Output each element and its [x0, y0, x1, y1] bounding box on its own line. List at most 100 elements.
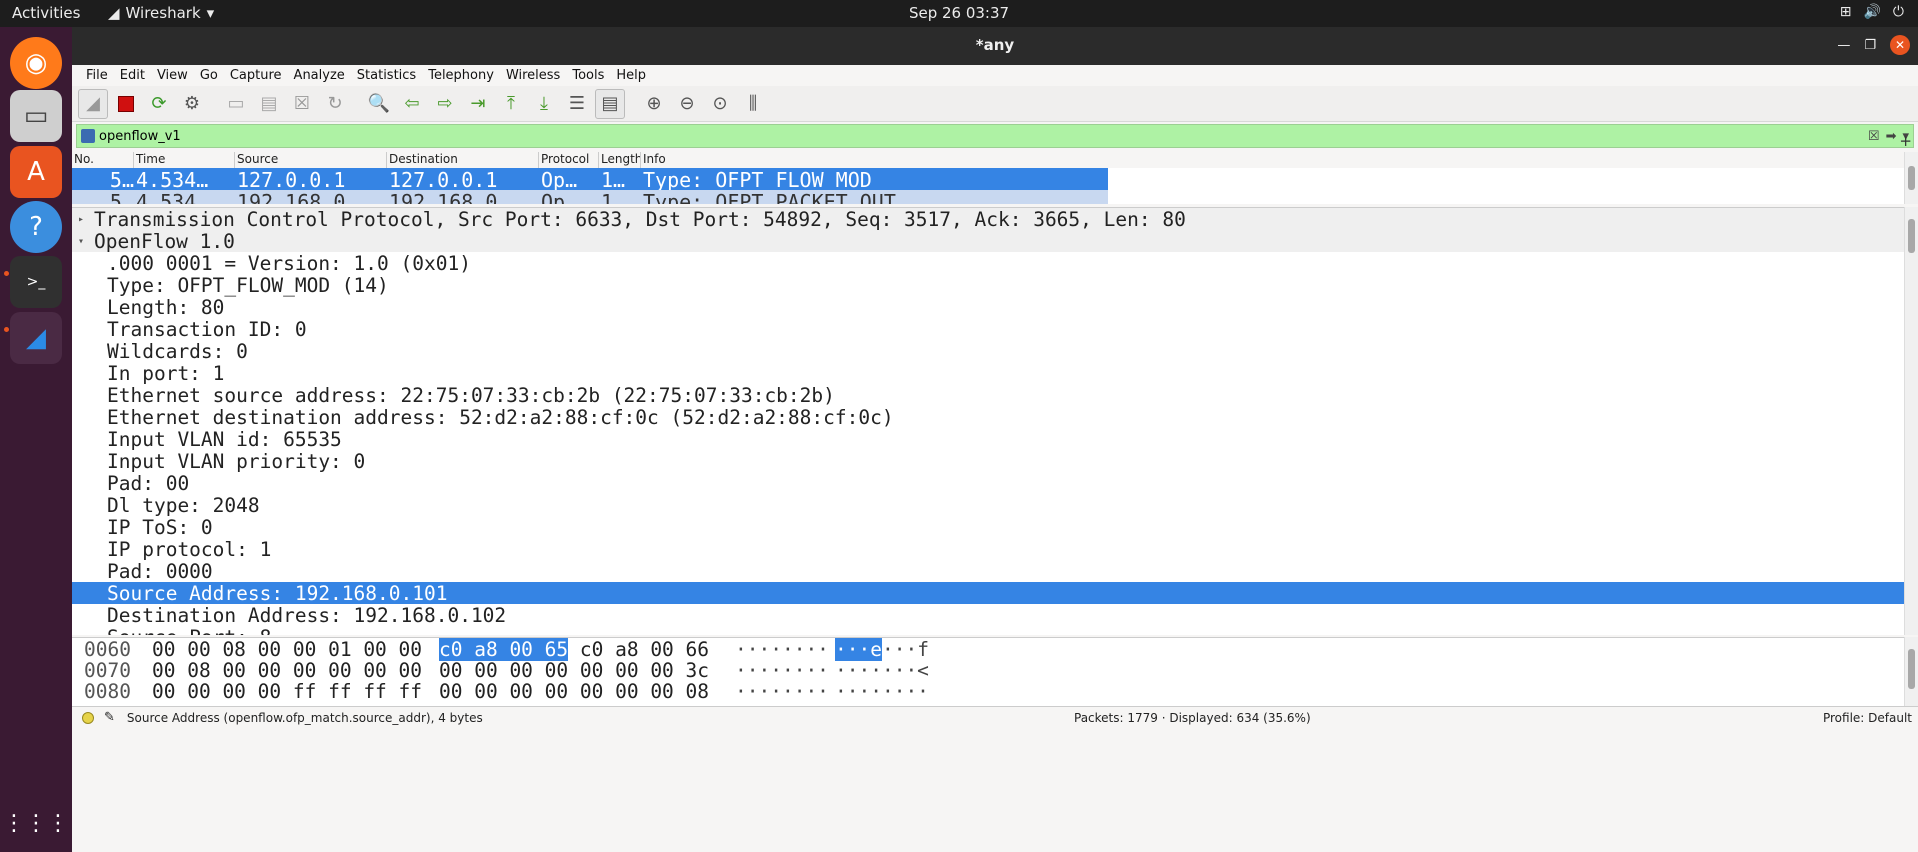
tree-field[interactable]: Pad: 0000 — [72, 560, 1904, 583]
menu-tools[interactable]: Tools — [566, 68, 610, 83]
packet-row[interactable]: 5… 4.534… 192.168.0… 192.168.0… Op… 1… T… — [72, 190, 1108, 204]
profile-selector[interactable]: Profile: Default — [1823, 711, 1912, 725]
chevron-down-icon: ▾ — [206, 4, 215, 22]
menu-edit[interactable]: Edit — [114, 68, 151, 83]
apply-filter-icon[interactable]: ➡ — [1886, 129, 1897, 144]
main-toolbar: ◢ ⟳ ⚙ ▭ ▤ ☒ ↻ 🔍 ⇦ ⇨ ⇥ ⤒ ⤓ ☰ ▤ ⊕ ⊖ ⊙ ⫼ — [72, 86, 1918, 122]
column-header-protocol[interactable]: Protocol — [539, 152, 599, 168]
resize-columns-icon[interactable]: ⫼ — [738, 89, 768, 119]
close-file-icon[interactable]: ☒ — [287, 89, 317, 119]
scrollbar-thumb[interactable] — [1908, 166, 1915, 190]
reload-file-icon[interactable]: ↻ — [320, 89, 350, 119]
go-back-icon[interactable]: ⇦ — [397, 89, 427, 119]
minimize-icon[interactable]: — — [1837, 38, 1850, 53]
tree-field[interactable]: Input VLAN id: 65535 — [72, 428, 1904, 451]
autoscroll-icon[interactable]: ☰ — [562, 89, 592, 119]
scrollbar-thumb[interactable] — [1908, 219, 1915, 253]
close-icon[interactable]: ✕ — [1890, 35, 1910, 55]
tree-field[interactable]: In port: 1 — [72, 362, 1904, 385]
expert-info-icon[interactable] — [82, 711, 94, 724]
menu-go[interactable]: Go — [194, 68, 224, 83]
clock[interactable]: Sep 26 03:37 — [909, 4, 1009, 22]
menu-capture[interactable]: Capture — [224, 68, 288, 83]
hex-dump-pane: 0060 00 00 08 00 00 01 00 00 c0 a8 00 65… — [72, 637, 1904, 707]
bookmark-icon[interactable] — [81, 129, 95, 143]
help-icon[interactable]: ? — [10, 201, 62, 253]
column-header-source[interactable]: Source — [235, 152, 387, 168]
title-bar[interactable]: *any — ❐ ✕ — [72, 27, 1918, 65]
tree-field[interactable]: Length: 80 — [72, 296, 1904, 319]
tree-field[interactable]: Ethernet destination address: 52:d2:a2:8… — [72, 406, 1904, 429]
go-forward-icon[interactable]: ⇨ — [430, 89, 460, 119]
packet-list-scrollbar[interactable] — [1904, 152, 1918, 204]
tree-field[interactable]: Wildcards: 0 — [72, 340, 1904, 363]
zoom-reset-icon[interactable]: ⊙ — [705, 89, 735, 119]
tree-field[interactable]: Source Port: 8 — [72, 626, 1904, 635]
system-tray[interactable]: ⊞ 🔊 ⏻ — [1840, 4, 1904, 20]
menu-telephony[interactable]: Telephony — [422, 68, 500, 83]
stop-capture-icon[interactable] — [111, 89, 141, 119]
zoom-in-icon[interactable]: ⊕ — [639, 89, 669, 119]
activities-button[interactable]: Activities — [12, 4, 80, 22]
software-center-icon[interactable]: A — [10, 146, 62, 198]
hex-row[interactable]: 0060 00 00 08 00 00 01 00 00 c0 a8 00 65… — [72, 638, 1904, 661]
menu-view[interactable]: View — [151, 68, 194, 83]
tree-field[interactable]: Dl type: 2048 — [72, 494, 1904, 517]
files-icon[interactable]: ▭ — [10, 90, 62, 142]
tree-field[interactable]: Input VLAN priority: 0 — [72, 450, 1904, 473]
first-packet-icon[interactable]: ⤒ — [496, 89, 526, 119]
network-icon[interactable]: ⊞ — [1840, 4, 1852, 20]
tree-field[interactable]: .000 0001 = Version: 1.0 (0x01) — [72, 252, 1904, 275]
tree-item-tcp[interactable]: ▸ Transmission Control Protocol, Src Por… — [72, 208, 1904, 231]
menu-statistics[interactable]: Statistics — [351, 68, 422, 83]
tree-field[interactable]: Ethernet source address: 22:75:07:33:cb:… — [72, 384, 1904, 407]
save-file-icon[interactable]: ▤ — [254, 89, 284, 119]
go-to-packet-icon[interactable]: ⇥ — [463, 89, 493, 119]
volume-icon[interactable]: 🔊 — [1863, 4, 1880, 20]
power-icon[interactable]: ⏻ — [1893, 4, 1904, 20]
wireshark-icon[interactable]: ◢ — [10, 312, 62, 364]
tree-field[interactable]: Destination Address: 192.168.0.102 — [72, 604, 1904, 627]
app-menu[interactable]: ◢ Wireshark ▾ — [108, 4, 214, 22]
zoom-out-icon[interactable]: ⊖ — [672, 89, 702, 119]
tree-field[interactable]: Type: OFPT_FLOW_MOD (14) — [72, 274, 1904, 297]
packet-row[interactable]: 5… 4.534… 127.0.0.1 127.0.0.1 Op… 1… Typ… — [72, 168, 1108, 190]
menu-help[interactable]: Help — [610, 68, 652, 83]
hex-row[interactable]: 0070 00 08 00 00 00 00 00 00 00 00 00 00… — [72, 659, 1904, 682]
app-grid-icon[interactable]: ⋮⋮⋮ — [3, 797, 69, 849]
edit-comment-icon[interactable]: ✎ — [104, 710, 115, 725]
colorize-icon[interactable]: ▤ — [595, 88, 625, 119]
restart-capture-icon[interactable]: ⟳ — [144, 89, 174, 119]
tree-field[interactable]: Pad: 00 — [72, 472, 1904, 495]
expand-arrow-icon[interactable]: ▸ — [78, 214, 90, 225]
hex-scrollbar[interactable] — [1904, 637, 1918, 706]
add-filter-button-icon[interactable]: + — [1899, 132, 1912, 150]
tree-field[interactable]: IP ToS: 0 — [72, 516, 1904, 539]
firefox-icon[interactable]: ◉ — [10, 37, 62, 89]
scrollbar-thumb[interactable] — [1908, 649, 1915, 689]
clear-filter-icon[interactable]: ☒ — [1868, 129, 1880, 144]
details-scrollbar[interactable] — [1904, 207, 1918, 635]
capture-options-icon[interactable]: ⚙ — [177, 89, 207, 119]
menu-file[interactable]: File — [80, 68, 114, 83]
display-filter-input[interactable] — [99, 128, 1868, 144]
menu-analyze[interactable]: Analyze — [288, 68, 351, 83]
tree-item-openflow[interactable]: ▾ OpenFlow 1.0 — [72, 230, 1904, 253]
hex-row[interactable]: 0080 00 00 00 00 ff ff ff ff 00 00 00 00… — [72, 680, 1904, 703]
column-header-time[interactable]: Time — [134, 152, 235, 168]
open-file-icon[interactable]: ▭ — [221, 89, 251, 119]
column-header-info[interactable]: Info — [641, 152, 1918, 168]
start-capture-icon[interactable]: ◢ — [78, 88, 108, 119]
tree-field-selected[interactable]: Source Address: 192.168.0.101 — [72, 582, 1904, 605]
column-header-no[interactable]: No. — [72, 152, 134, 168]
tree-field[interactable]: IP protocol: 1 — [72, 538, 1904, 561]
terminal-icon[interactable]: >_ — [10, 256, 62, 308]
maximize-icon[interactable]: ❐ — [1864, 38, 1876, 53]
column-header-destination[interactable]: Destination — [387, 152, 539, 168]
tree-field[interactable]: Transaction ID: 0 — [72, 318, 1904, 341]
menu-wireless[interactable]: Wireless — [500, 68, 566, 83]
last-packet-icon[interactable]: ⤓ — [529, 89, 559, 119]
column-header-length[interactable]: Length — [599, 152, 641, 168]
collapse-arrow-icon[interactable]: ▾ — [78, 236, 90, 247]
find-packet-icon[interactable]: 🔍 — [364, 89, 394, 119]
